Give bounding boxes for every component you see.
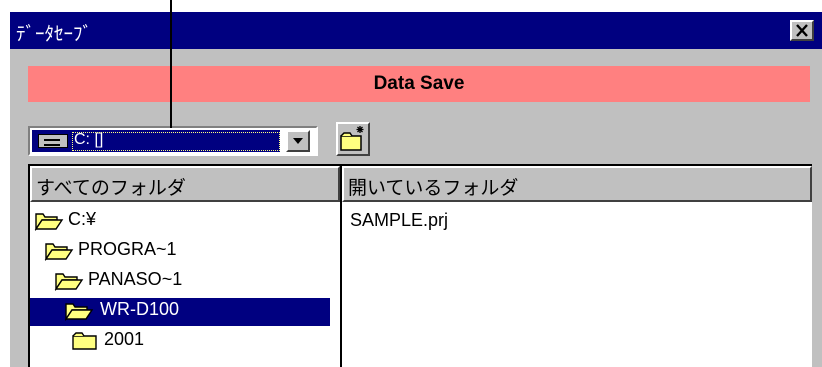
folder-tree-pane[interactable]: すべてのフォルダ C:¥ PROGRA~1 PANASO~1 WR-D100 2…: [28, 164, 340, 367]
focus-rect: [72, 132, 280, 151]
callout-line: [170, 0, 172, 128]
close-button[interactable]: [790, 20, 814, 41]
open-folder-icon: [44, 243, 74, 261]
tree-item-label: 2001: [104, 329, 145, 349]
new-folder-icon: [340, 126, 364, 151]
window-title: ﾃﾞｰﾀｾｰﾌﾞ: [16, 23, 93, 45]
open-folder-icon: [34, 213, 64, 231]
open-folder-header: 開いているフォルダ: [342, 166, 812, 202]
tree-item-label: PANASO~1: [88, 269, 183, 289]
tree-item-wr-d100[interactable]: WR-D100: [30, 298, 330, 326]
tree-item-label: WR-D100: [100, 299, 180, 319]
drive-dropdown-button[interactable]: [286, 130, 310, 152]
close-icon: [796, 24, 808, 37]
tree-item-label: C:¥: [68, 209, 97, 229]
open-folder-icon: [64, 303, 94, 321]
folder-tree-header: すべてのフォルダ: [30, 166, 340, 202]
folder-tree-header-label: すべてのフォルダ: [36, 177, 186, 199]
data-save-dialog: ﾃﾞｰﾀｾｰﾌﾞ Data Save C: [] すべてのフォルダ C:¥ PR…: [8, 10, 822, 367]
open-folder-pane[interactable]: 開いているフォルダ SAMPLE.prj: [340, 164, 812, 367]
drive-select[interactable]: C: []: [28, 126, 318, 156]
open-folder-header-label: 開いているフォルダ: [348, 177, 519, 199]
chevron-down-icon: [293, 138, 303, 144]
open-folder-icon: [54, 273, 84, 291]
tree-item-2001[interactable]: 2001: [70, 328, 190, 356]
tree-item-c-drive[interactable]: C:¥: [34, 208, 154, 236]
tree-item-panaso[interactable]: PANASO~1: [54, 268, 204, 296]
file-item[interactable]: SAMPLE.prj: [350, 210, 448, 231]
drive-selected-value: C: []: [32, 130, 280, 152]
folder-icon: [72, 332, 97, 350]
header-title: Data Save: [373, 73, 465, 94]
header-banner: Data Save: [28, 66, 810, 102]
new-folder-button[interactable]: [336, 122, 370, 156]
tree-item-progra[interactable]: PROGRA~1: [44, 238, 194, 266]
title-bar: ﾃﾞｰﾀｾｰﾌﾞ: [10, 12, 822, 49]
tree-item-label: PROGRA~1: [78, 239, 177, 259]
drive-icon: [38, 134, 68, 148]
